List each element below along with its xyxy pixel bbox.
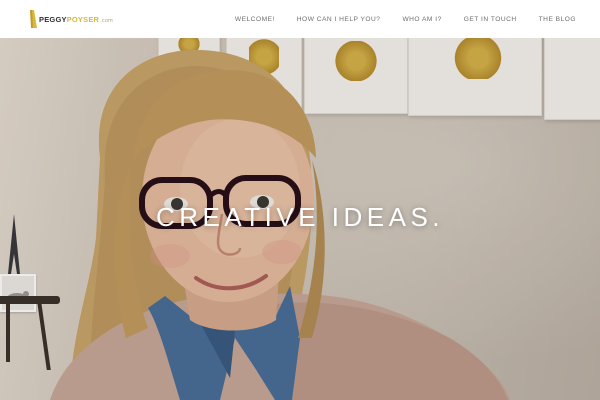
- logo-mark-icon: [30, 10, 37, 28]
- logo-text-suffix: .com: [100, 17, 113, 24]
- site-header: PEGGY POYSER .com WELCOME! HOW CAN I HEL…: [0, 0, 600, 38]
- nav-link-help[interactable]: HOW CAN I HELP YOU?: [297, 16, 381, 23]
- logo-wordmark: PEGGY POYSER .com: [39, 15, 113, 24]
- hero-section: CREATIVE IDEAS.: [0, 38, 600, 400]
- nav-link-contact[interactable]: GET IN TOUCH: [464, 16, 517, 23]
- hero-headline: CREATIVE IDEAS.: [155, 202, 445, 232]
- logo-text-secondary: POYSER: [66, 14, 100, 24]
- nav-link-welcome[interactable]: WELCOME!: [235, 16, 275, 23]
- logo-text-primary: PEGGY: [39, 14, 67, 24]
- nav-link-blog[interactable]: THE BLOG: [539, 16, 576, 23]
- nav-link-about[interactable]: WHO AM I?: [402, 16, 441, 23]
- site-logo[interactable]: PEGGY POYSER .com: [30, 9, 113, 29]
- main-nav: WELCOME! HOW CAN I HELP YOU? WHO AM I? G…: [235, 16, 576, 23]
